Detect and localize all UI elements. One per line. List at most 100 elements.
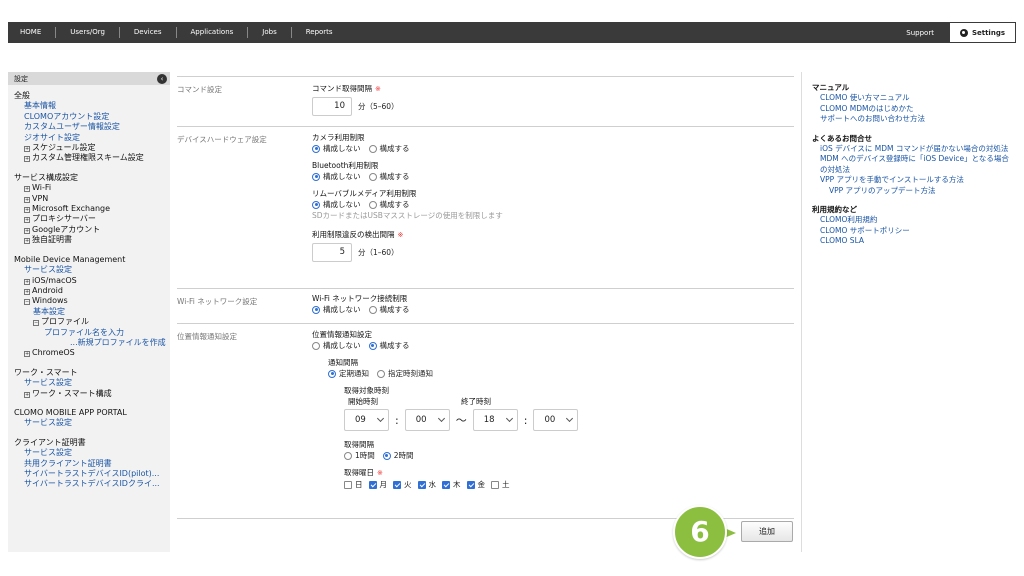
sidebar-item[interactable]: − Windows (14, 296, 170, 306)
sidebar-item[interactable]: + Googleアカウント (14, 225, 170, 235)
expand-icon[interactable]: + (24, 217, 30, 224)
day-checkbox[interactable]: 土 (491, 479, 510, 490)
add-button[interactable]: 追加 (741, 521, 793, 542)
nav-jobs[interactable]: Jobs (248, 27, 292, 38)
sidebar-item-label: CLOMOアカウント設定 (24, 111, 110, 121)
sidebar-item[interactable]: + Android (14, 286, 170, 296)
nav-reports[interactable]: Reports (292, 27, 347, 38)
sidebar-item[interactable]: CLOMOアカウント設定 (14, 112, 170, 122)
expand-icon[interactable]: + (24, 227, 30, 234)
expand-icon[interactable]: + (24, 288, 30, 295)
day-label: 火 (404, 480, 412, 489)
end-hour-select[interactable]: 18 (472, 409, 518, 431)
help-link[interactable]: iOS デバイスに MDM コマンドが届かない場合の対処法 (812, 144, 1016, 155)
sidebar-item[interactable]: + カスタム管理権限スキーム設定 (14, 153, 170, 163)
radio-on-icon (312, 172, 320, 181)
sidebar-item[interactable]: 共用クライアント証明書 (14, 459, 170, 469)
removable-on-radio[interactable]: 構成する (368, 199, 410, 210)
sidebar-item[interactable]: サービス設定 (14, 265, 170, 275)
nav-settings[interactable]: Settings (949, 23, 1015, 42)
expand-icon[interactable]: + (24, 351, 30, 358)
sidebar-item[interactable]: サイバートラストデバイスID(pilot)... (14, 469, 170, 479)
help-link[interactable]: VPP アプリを手動でインストールする方法 (812, 175, 1016, 186)
expand-icon[interactable]: + (24, 196, 30, 203)
sidebar-item[interactable]: + プロキシサーバー (14, 214, 170, 224)
sidebar-item[interactable]: カスタムユーザー情報設定 (14, 122, 170, 132)
sidebar-item[interactable]: サービス設定 (14, 448, 170, 458)
day-checkbox[interactable]: 火 (393, 479, 412, 490)
sidebar-item-label: カスタム管理権限スキーム設定 (32, 153, 144, 163)
sidebar-item[interactable]: + iOS/macOS (14, 276, 170, 286)
nav-users-org[interactable]: Users/Org (56, 27, 120, 38)
collapse-icon[interactable]: − (24, 299, 30, 306)
sidebar-item[interactable]: 基本設定 (14, 307, 170, 317)
location-on-radio[interactable]: 構成する (368, 340, 410, 351)
day-checkbox[interactable]: 金 (466, 479, 485, 490)
help-link[interactable]: CLOMO MDMのはじめかた (812, 104, 1016, 115)
location-off-radio[interactable]: 構成しない (312, 340, 361, 351)
sidebar-item[interactable]: ...新規プロファイルを作成 (14, 338, 170, 348)
help-link[interactable]: サポートへのお問い合わせ方法 (812, 114, 1016, 125)
wifi-on-radio[interactable]: 構成する (368, 304, 410, 315)
sidebar-item[interactable]: + ChromeOS (14, 348, 170, 358)
sidebar-item[interactable]: + ワーク・スマート構成 (14, 389, 170, 399)
sidebar-item[interactable]: サイバートラストデバイスIDクライ... (14, 479, 170, 489)
nav-applications[interactable]: Applications (177, 27, 249, 38)
camera-on-radio[interactable]: 構成する (368, 143, 410, 154)
help-link[interactable]: CLOMO SLA (812, 236, 1016, 247)
start-minute-select[interactable]: 00 (404, 409, 450, 431)
sidebar-item[interactable]: プロファイル名を入力 (14, 328, 170, 338)
help-link[interactable]: MDM へのデバイス登録時に「iOS Device」となる場合の対処法 (812, 154, 1016, 175)
end-minute-select[interactable]: 00 (533, 409, 579, 431)
sidebar-item[interactable]: − プロファイル (14, 317, 170, 327)
radio-on-icon (312, 144, 320, 153)
bluetooth-off-radio[interactable]: 構成しない (312, 171, 361, 182)
camera-off-radio[interactable]: 構成しない (312, 143, 361, 154)
sidebar-item[interactable]: サービス設定 (14, 418, 170, 428)
help-link[interactable]: CLOMO サポートポリシー (812, 226, 1016, 237)
violation-interval-input[interactable]: 5 (312, 243, 352, 262)
sidebar-item[interactable]: 基本情報 (14, 101, 170, 111)
expand-icon[interactable]: + (24, 156, 30, 163)
specified-time-radio[interactable]: 指定時刻通知 (377, 368, 433, 379)
wifi-radio-group: 構成しない 構成する (312, 304, 418, 315)
expand-icon[interactable]: + (24, 278, 30, 285)
sidebar-item[interactable]: + Microsoft Exchange (14, 204, 170, 214)
removable-off-radio[interactable]: 構成しない (312, 199, 361, 210)
help-link[interactable]: CLOMO 使い方マニュアル (812, 93, 1016, 104)
sidebar-item-label: Windows (32, 296, 68, 306)
help-link[interactable]: CLOMO利用規約 (812, 215, 1016, 226)
one-hour-radio[interactable]: 1時間 (344, 450, 375, 461)
bluetooth-on-radio[interactable]: 構成する (368, 171, 410, 182)
bluetooth-radio-group: 構成しない 構成する (312, 171, 503, 182)
sidebar-item[interactable]: サービス設定 (14, 378, 170, 388)
expand-icon[interactable]: + (24, 186, 30, 193)
day-checkbox[interactable]: 木 (442, 479, 461, 490)
day-checkbox[interactable]: 月 (368, 479, 388, 490)
nav-home[interactable]: HOME (8, 27, 57, 38)
day-checkbox[interactable]: 水 (417, 479, 436, 490)
expand-icon[interactable]: + (24, 238, 30, 245)
wifi-off-radio[interactable]: 構成しない (312, 304, 361, 315)
collapse-icon[interactable]: − (33, 320, 39, 327)
periodic-radio[interactable]: 定期通知 (328, 368, 369, 379)
step-number-badge: 6 (673, 505, 727, 559)
start-hour-select[interactable]: 09 (344, 409, 389, 431)
two-hour-radio[interactable]: 2時間 (382, 450, 414, 461)
day-label: 月 (379, 480, 388, 489)
nav-support[interactable]: Support (906, 29, 934, 37)
help-link[interactable]: VPP アプリのアップデート方法 (812, 186, 1016, 197)
expand-icon[interactable]: + (24, 146, 30, 153)
sidebar-item[interactable]: + VPN (14, 194, 170, 204)
day-checkbox[interactable]: 日 (344, 479, 363, 490)
sidebar-item[interactable]: ジオサイト設定 (14, 133, 170, 143)
expand-icon[interactable]: + (24, 207, 30, 214)
collapse-sidebar-icon[interactable]: ‹ (157, 73, 167, 84)
expand-icon[interactable]: + (24, 391, 30, 398)
nav-devices[interactable]: Devices (120, 27, 177, 38)
sidebar-item[interactable]: + Wi-Fi (14, 183, 170, 193)
sidebar-item[interactable]: + 独自証明書 (14, 235, 170, 245)
command-interval-input[interactable]: 10 (312, 97, 352, 116)
removable-radio-group: 構成しない 構成する (312, 199, 503, 210)
sidebar-item[interactable]: + スケジュール設定 (14, 143, 170, 153)
